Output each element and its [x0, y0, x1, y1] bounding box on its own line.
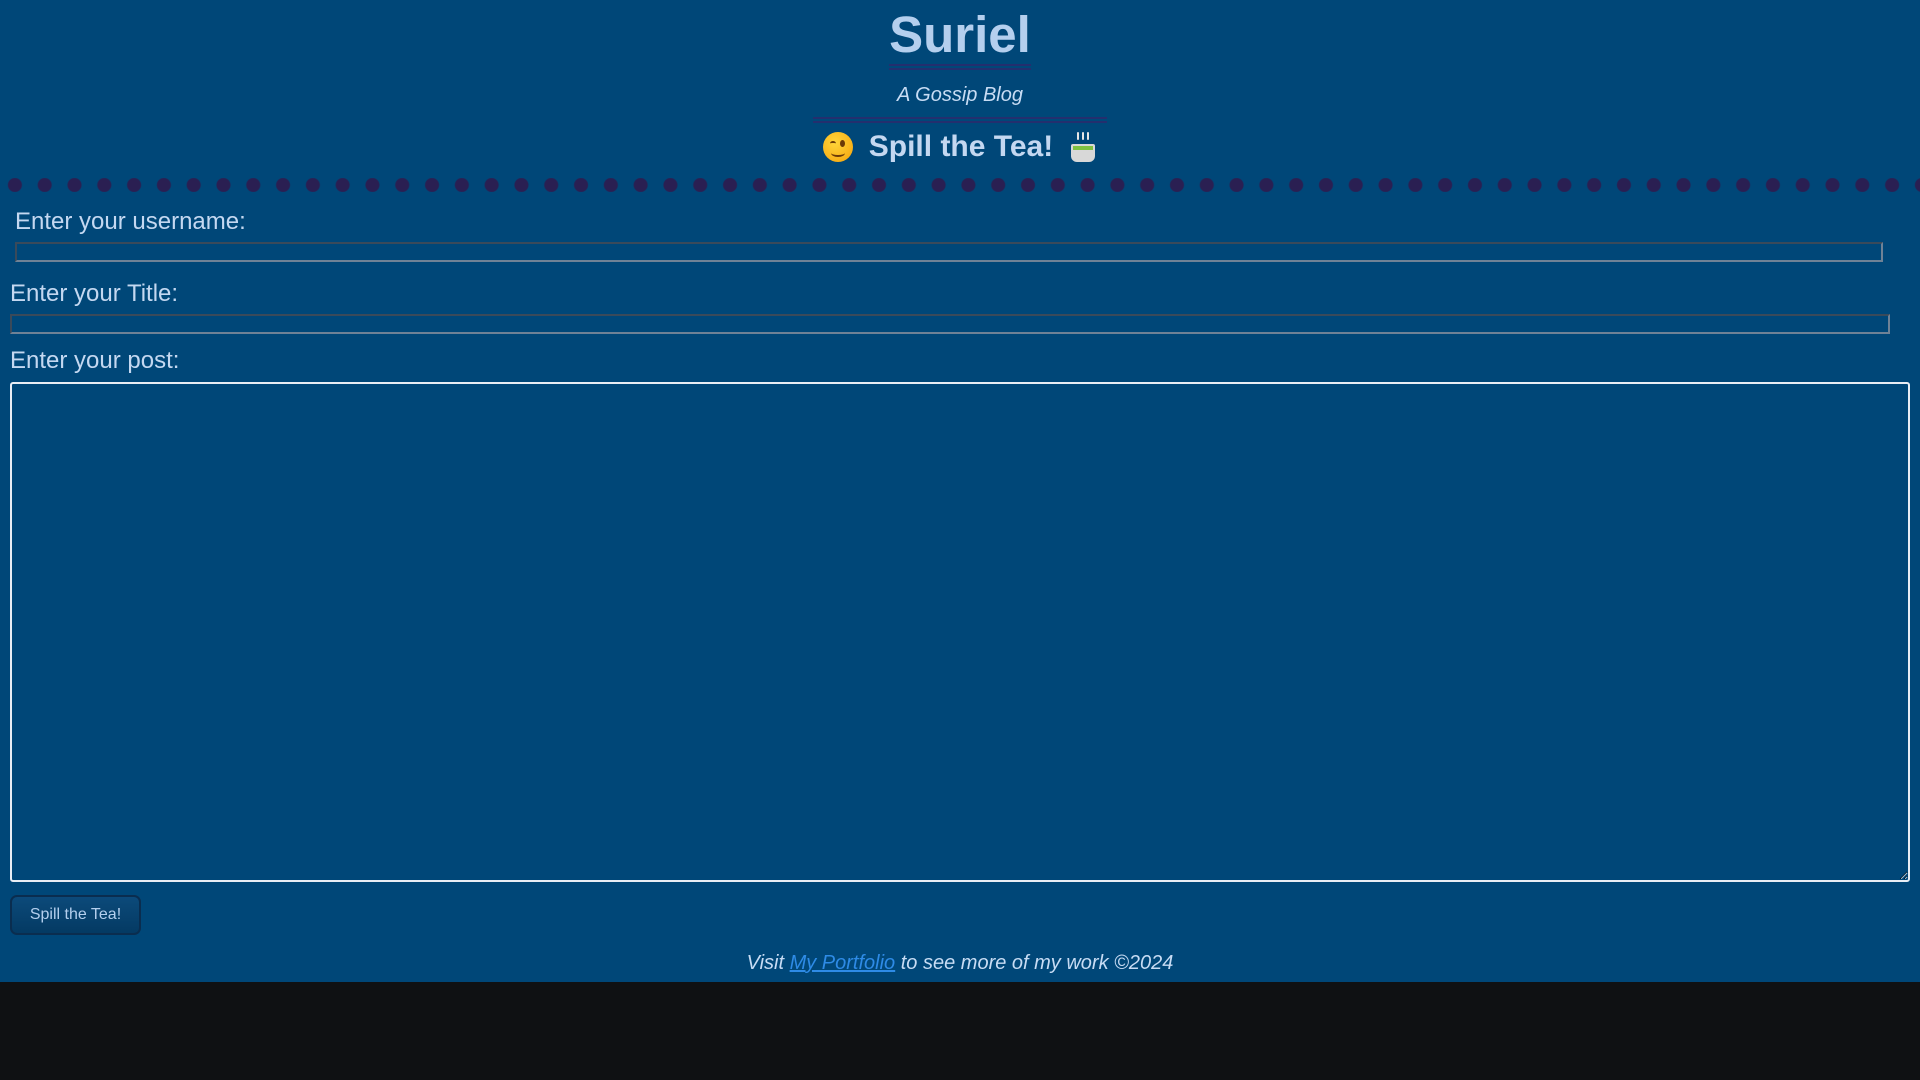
username-input[interactable] [15, 242, 1883, 262]
spill-the-tea-button[interactable]: Spill the Tea! [10, 895, 141, 935]
title-input[interactable] [10, 314, 1890, 334]
post-label: Enter your post: [10, 347, 180, 374]
site-header: Suriel A Gossip Blog Spill the Tea! [0, 0, 1920, 165]
portfolio-link[interactable]: My Portfolio [790, 952, 896, 974]
section-heading-text: Spill the Tea! [868, 130, 1054, 163]
title-label: Enter your Title: [10, 280, 179, 307]
footer-prefix: Visit [746, 952, 790, 974]
wink-emoji-icon [822, 132, 853, 162]
site-title: Suriel [889, 0, 1031, 70]
site-tagline: A Gossip Blog [897, 84, 1023, 106]
tea-cup-icon [1069, 132, 1097, 162]
section-heading: Spill the Tea! [0, 129, 1920, 165]
footer-suffix: to see more of my work ©2024 [895, 952, 1174, 974]
dotted-divider [0, 178, 1920, 192]
site-footer: Visit My Portfolio to see more of my wor… [0, 952, 1920, 975]
post-textarea[interactable] [10, 382, 1910, 882]
page: Suriel A Gossip Blog Spill the Tea! Ente… [0, 0, 1920, 982]
header-divider [813, 117, 1107, 123]
username-label: Enter your username: [15, 208, 246, 235]
